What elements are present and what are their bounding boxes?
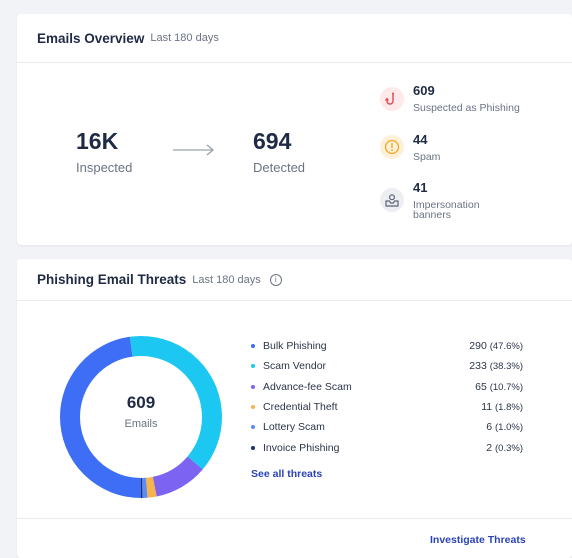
legend-value: 65 (10.7%) (475, 381, 523, 393)
detected-value: 694 (253, 128, 292, 154)
legend-value: 290 (47.6%) (469, 340, 523, 352)
phishing-label: Suspected as Phishing (413, 102, 520, 114)
donut-center-value: 609 (126, 393, 156, 412)
legend-name: Lottery Scam (263, 421, 325, 433)
impersonation-label-line2: banners (413, 209, 451, 221)
phishing-count: 609 (413, 83, 435, 98)
legend-item[interactable]: Invoice Phishing 2 (0.3%) (251, 438, 523, 458)
legend-name: Bulk Phishing (263, 340, 327, 352)
legend-dot (251, 344, 255, 348)
legend-item[interactable]: Credential Theft 11 (1.8%) (251, 397, 523, 417)
donut-center-label: Emails (124, 418, 158, 430)
inspected-label: Inspected (76, 160, 133, 175)
legend-name: Credential Theft (263, 401, 338, 413)
legend-item[interactable]: Advance-fee Scam 65 (10.7%) (251, 377, 523, 397)
emails-overview-header: Emails Overview Last 180 days (17, 14, 572, 63)
legend-value: 233 (38.3%) (469, 360, 523, 372)
see-all-threats-link[interactable]: See all threats (251, 468, 322, 480)
legend-item[interactable]: Lottery Scam 6 (1.0%) (251, 417, 523, 437)
spam-label: Spam (413, 151, 441, 163)
legend-name: Invoice Phishing (263, 442, 340, 454)
spam-count: 44 (413, 132, 428, 147)
emails-overview-title: Emails Overview (37, 30, 145, 46)
legend-name: Scam Vendor (263, 360, 327, 372)
exclamation-icon (380, 135, 404, 159)
arrow-right-icon (173, 144, 215, 156)
card-footer-divider (17, 518, 572, 519)
legend-dot (251, 405, 255, 409)
phishing-threats-period: Last 180 days (192, 273, 261, 286)
emails-overview-card: Emails Overview Last 180 days 16K Inspec… (17, 14, 572, 245)
phishing-threats-card: Phishing Email Threats Last 180 days i 6… (17, 259, 572, 558)
investigate-threats-link[interactable]: Investigate Threats (430, 534, 526, 546)
info-icon[interactable]: i (269, 273, 282, 286)
legend-dot (251, 425, 255, 429)
impersonation-count: 41 (413, 180, 428, 195)
legend-item[interactable]: Scam Vendor 233 (38.3%) (251, 356, 523, 376)
legend-dot (251, 385, 255, 389)
legend-dot (251, 446, 255, 450)
threats-donut-chart (60, 336, 222, 498)
legend-value: 6 (1.0%) (486, 421, 523, 433)
legend-item[interactable]: Bulk Phishing 290 (47.6%) (251, 336, 523, 356)
detected-label: Detected (253, 160, 306, 175)
phishing-threats-header: Phishing Email Threats Last 180 days i (17, 259, 572, 301)
fishing-hook-icon (380, 87, 404, 111)
inbox-person-icon (380, 188, 404, 212)
inspected-value: 16K (76, 128, 119, 154)
legend-dot (251, 364, 255, 368)
phishing-threats-title: Phishing Email Threats (37, 272, 187, 287)
legend-value: 11 (1.8%) (481, 401, 523, 413)
emails-overview-period: Last 180 days (150, 32, 219, 44)
legend-name: Advance-fee Scam (263, 381, 352, 393)
legend-value: 2 (0.3%) (486, 442, 523, 454)
